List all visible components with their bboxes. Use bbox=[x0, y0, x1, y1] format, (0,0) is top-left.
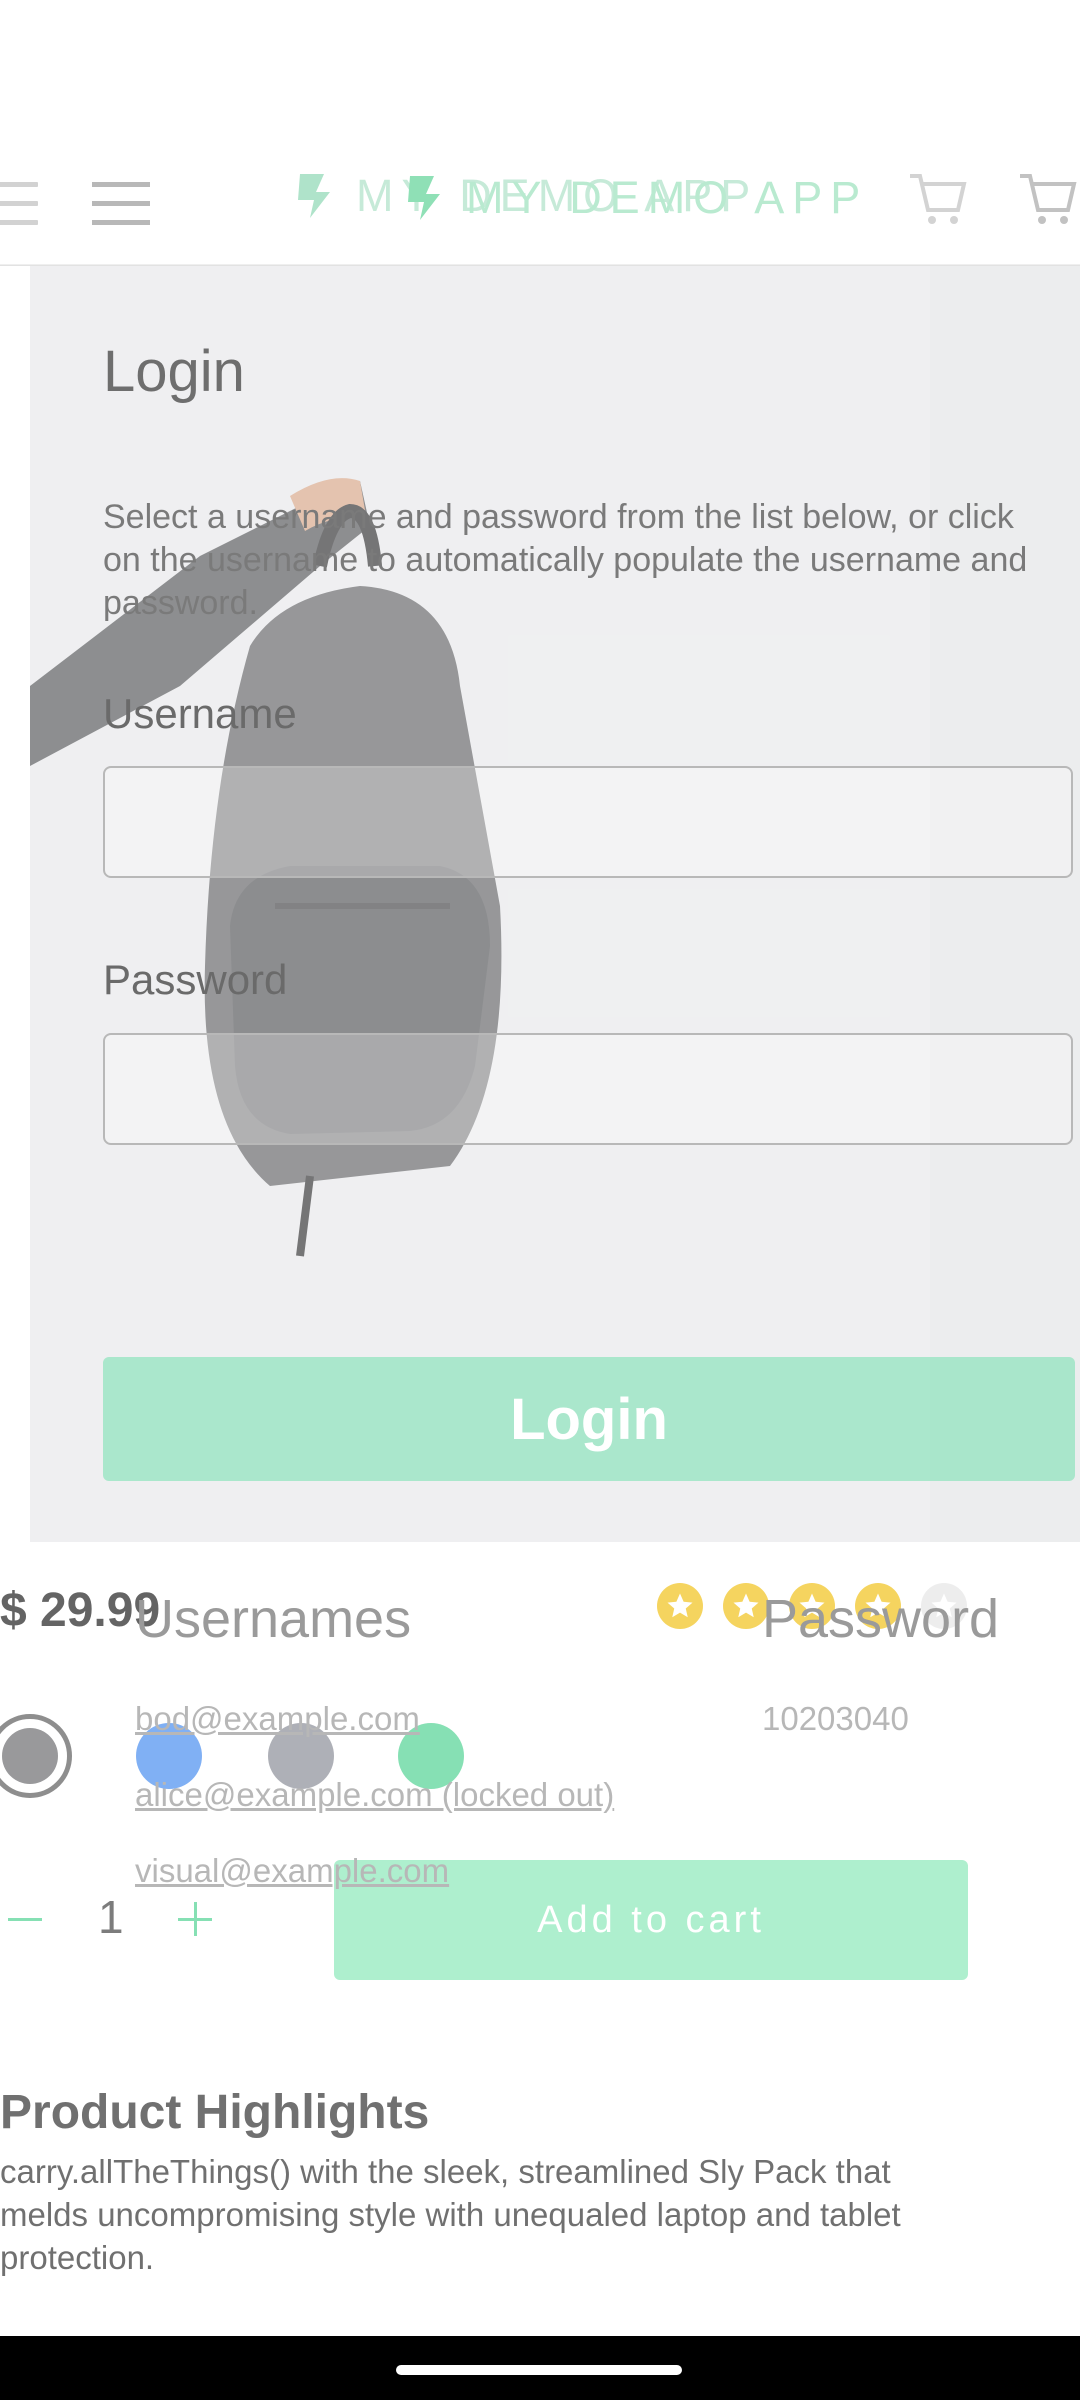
username-link[interactable]: visual@example.com bbox=[135, 1852, 449, 1890]
username-link[interactable]: alice@example.com (locked out) bbox=[135, 1776, 614, 1814]
login-page: MY DEMO APP Login Select a username and … bbox=[0, 0, 1080, 2400]
password-label: Password bbox=[103, 956, 288, 1003]
login-description: Select a username and password from the … bbox=[103, 498, 1028, 622]
login-header: MY DEMO APP bbox=[0, 0, 1080, 265]
logo-text: MY DEMO APP bbox=[466, 172, 869, 223]
cart-icon[interactable] bbox=[1016, 168, 1078, 235]
password-header: Password bbox=[762, 1589, 1000, 1649]
login-button[interactable]: Login bbox=[103, 1357, 1075, 1481]
usernames-header: Usernames bbox=[135, 1589, 412, 1649]
password-value: 10203040 bbox=[762, 1700, 909, 1737]
password-field[interactable] bbox=[103, 1033, 1073, 1145]
home-gesture-handle[interactable] bbox=[396, 2365, 682, 2375]
username-label: Username bbox=[103, 690, 297, 737]
login-title: Login bbox=[103, 339, 245, 404]
username-link[interactable]: bod@example.com bbox=[135, 1700, 420, 1738]
username-field[interactable] bbox=[103, 766, 1073, 878]
menu-icon[interactable] bbox=[92, 182, 150, 226]
logo-icon bbox=[408, 176, 440, 220]
app-logo: MY DEMO APP bbox=[400, 172, 868, 224]
